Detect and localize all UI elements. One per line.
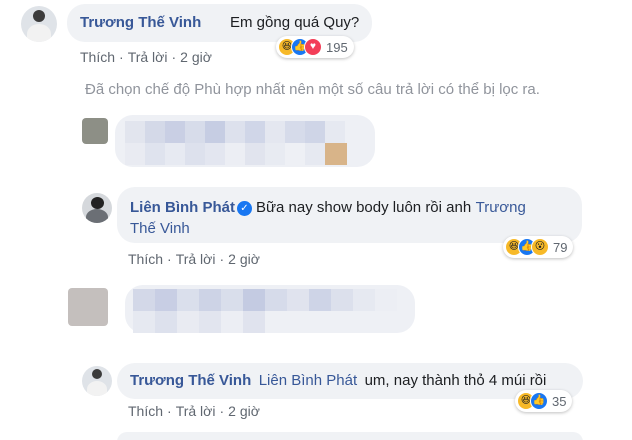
reactions-summary[interactable]: 😆 👍 😮 79 xyxy=(503,236,574,258)
comment-author[interactable]: Trương Thế Vinh xyxy=(80,14,201,31)
comment-text: Em gồng quá Quy? xyxy=(230,14,360,31)
reactions-summary[interactable]: 😆 👍 35 xyxy=(515,390,573,412)
mention-link[interactable]: Liên Bình Phát xyxy=(259,372,357,389)
reply-text: Bữa nay show body luôn rồi anh xyxy=(256,199,472,216)
reply-author[interactable]: Liên Bình Phát xyxy=(130,199,235,216)
reaction-count: 35 xyxy=(552,393,567,409)
reactions-summary[interactable]: 😆 👍 ♥ 195 xyxy=(276,36,354,58)
reply-text: um, nay thành thỏ 4 múi rồi xyxy=(364,372,547,389)
reply-bubble: Trương Thế Vinh Liên Bình Phát um, nay t… xyxy=(117,363,583,399)
reply-bubble: Liên Bình Phát ✓ Bữa nay show body luôn rồ… xyxy=(117,187,582,243)
timestamp[interactable]: 2 giờ xyxy=(180,49,212,65)
comment-actions: Thích · Trả lời · 2 giờ xyxy=(80,49,212,65)
like-button[interactable]: Thích xyxy=(80,49,115,65)
reaction-count: 195 xyxy=(326,39,348,55)
love-icon: ♥ xyxy=(304,38,322,56)
avatar[interactable] xyxy=(82,193,112,223)
reply-actions: Thích · Trả lời · 2 giờ xyxy=(128,403,260,419)
like-button[interactable]: Thích xyxy=(128,403,163,419)
reply-button[interactable]: Trả lời xyxy=(176,251,216,267)
verified-badge-icon: ✓ xyxy=(237,201,252,216)
blurred-avatar xyxy=(82,118,108,144)
reply-button[interactable]: Trả lời xyxy=(176,403,216,419)
avatar[interactable] xyxy=(82,366,112,396)
filter-notice: Đã chọn chế độ Phù hợp nhất nên một số c… xyxy=(85,81,540,98)
reply-actions: Thích · Trả lời · 2 giờ xyxy=(128,251,260,267)
timestamp[interactable]: 2 giờ xyxy=(228,403,260,419)
blurred-avatar xyxy=(68,288,108,326)
blurred-comment xyxy=(115,115,375,167)
reaction-count: 79 xyxy=(553,239,568,255)
avatar[interactable] xyxy=(21,6,57,42)
wow-icon: 😮 xyxy=(531,238,549,256)
reply-button[interactable]: Trả lời xyxy=(128,49,168,65)
blurred-comment xyxy=(125,285,415,333)
mention-link[interactable]: Trương xyxy=(476,199,526,216)
mention-link[interactable]: Thế Vinh xyxy=(130,220,190,237)
like-icon: 👍 xyxy=(530,392,548,410)
like-button[interactable]: Thích xyxy=(128,251,163,267)
reply-author[interactable]: Trương Thế Vinh xyxy=(130,372,251,389)
comment-bubble-partial xyxy=(117,432,583,440)
timestamp[interactable]: 2 giờ xyxy=(228,251,260,267)
